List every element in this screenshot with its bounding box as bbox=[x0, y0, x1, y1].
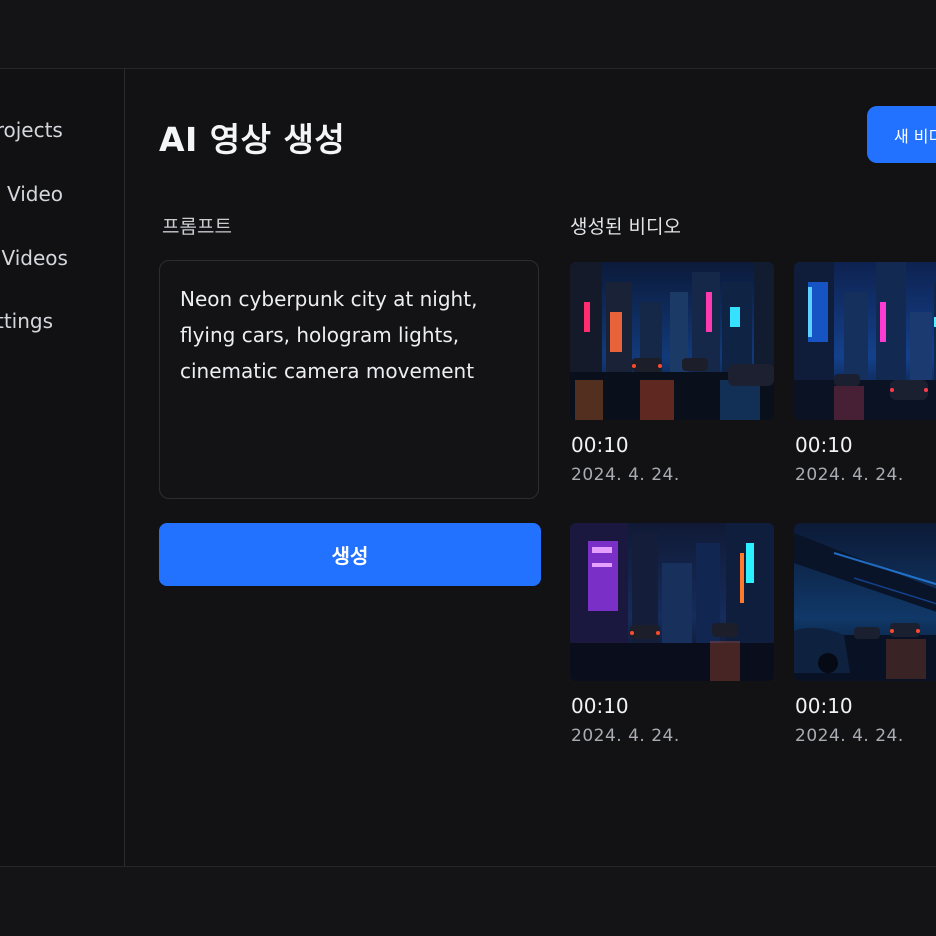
video-duration: 00:10 bbox=[571, 694, 629, 718]
sidebar-item-label: My Videos bbox=[0, 246, 68, 270]
video-thumbnail[interactable] bbox=[794, 523, 936, 681]
new-video-button[interactable]: 새 비디오 bbox=[867, 106, 936, 163]
sidebar-item-settings[interactable]: Settings bbox=[0, 305, 53, 337]
video-card[interactable]: 00:10 2024. 4. 24. bbox=[570, 262, 774, 485]
video-card[interactable]: 00:10 2024. 4. 24. bbox=[570, 523, 774, 746]
sidebar-item-projects[interactable]: Projects bbox=[0, 114, 63, 146]
sidebar: Projects New Video My Videos Settings bbox=[0, 69, 125, 866]
video-date: 2024. 4. 24. bbox=[795, 726, 904, 746]
video-duration: 00:10 bbox=[571, 433, 629, 457]
sidebar-item-label: New Video bbox=[0, 182, 64, 206]
video-duration: 00:10 bbox=[795, 433, 853, 457]
video-card[interactable]: 00:10 2024. 4. 24. bbox=[794, 523, 936, 746]
main-content: AI 영상 생성 새 비디오 프롬프트 Neon cyberpunk city … bbox=[125, 69, 936, 866]
video-thumbnail[interactable] bbox=[570, 262, 774, 420]
gallery-title: 생성된 비디오 bbox=[570, 216, 681, 238]
generate-button[interactable]: 생성 bbox=[159, 523, 541, 586]
video-thumbnail[interactable] bbox=[570, 523, 774, 681]
prompt-textarea[interactable]: Neon cyberpunk city at night, flying car… bbox=[159, 260, 539, 499]
prompt-text: Neon cyberpunk city at night, flying car… bbox=[180, 287, 478, 383]
sidebar-item-label: Settings bbox=[0, 309, 54, 333]
video-date: 2024. 4. 24. bbox=[571, 465, 680, 485]
sidebar-item-my-videos[interactable]: My Videos bbox=[0, 242, 68, 274]
page-title: AI 영상 생성 bbox=[159, 120, 346, 159]
video-duration: 00:10 bbox=[795, 694, 853, 718]
sidebar-item-label: Projects bbox=[0, 118, 63, 142]
video-thumbnail[interactable] bbox=[794, 262, 936, 420]
bottom-bar bbox=[0, 866, 936, 936]
top-bar bbox=[0, 0, 936, 69]
video-date: 2024. 4. 24. bbox=[795, 465, 904, 485]
video-card[interactable]: 00:10 2024. 4. 24. bbox=[794, 262, 936, 485]
app-window: Projects New Video My Videos Settings AI… bbox=[0, 0, 936, 936]
prompt-label: 프롬프트 bbox=[162, 216, 232, 238]
video-date: 2024. 4. 24. bbox=[571, 726, 680, 746]
sidebar-item-new-video[interactable]: New Video bbox=[0, 178, 63, 210]
